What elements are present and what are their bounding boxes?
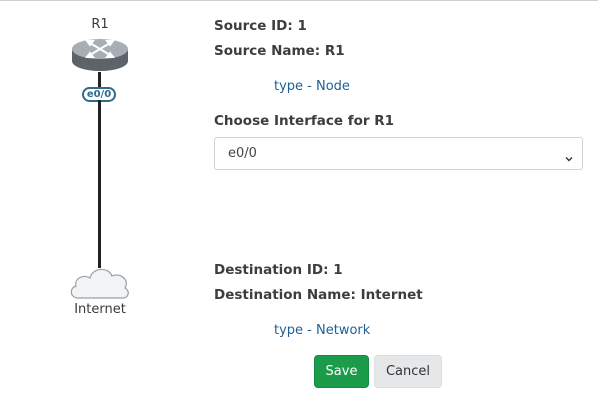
internet-label: Internet: [74, 302, 126, 317]
cloud-icon[interactable]: [68, 262, 132, 306]
destination-id: Destination ID: 1: [214, 262, 343, 278]
destination-type: type - Network: [274, 323, 371, 338]
cancel-button[interactable]: Cancel: [374, 355, 442, 388]
source-id: Source ID: 1: [214, 18, 307, 34]
destination-name: Destination Name: Internet: [214, 287, 423, 303]
router-label: R1: [91, 17, 109, 32]
source-name: Source Name: R1: [214, 43, 345, 59]
source-type: type - Node: [274, 79, 350, 94]
interface-label: Choose Interface for R1: [214, 113, 394, 129]
link-stub: [98, 72, 101, 88]
topology-diagram: R1 e0/0 Internet: [0, 0, 200, 418]
chevron-down-icon: [564, 149, 574, 168]
interface-select[interactable]: e0/0: [214, 137, 583, 170]
save-button[interactable]: Save: [314, 355, 369, 388]
interface-select-value: e0/0: [228, 146, 257, 161]
link-line: [98, 100, 101, 268]
